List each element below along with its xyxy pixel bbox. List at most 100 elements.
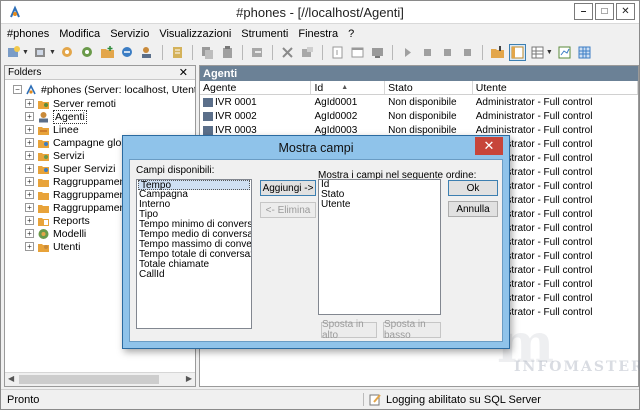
- tree-item-modelli[interactable]: + Modelli: [25, 227, 86, 240]
- horizontal-scrollbar[interactable]: ◀ ▶: [5, 372, 195, 386]
- add-field-button[interactable]: Aggiungi ->: [260, 180, 316, 196]
- service-icon[interactable]: [119, 44, 136, 61]
- phones-root-icon: [26, 83, 36, 94]
- expand-icon[interactable]: +: [25, 99, 34, 108]
- table-cell: Non disponibile: [385, 109, 473, 123]
- menu-help[interactable]: ?: [348, 28, 354, 40]
- column-header-agente[interactable]: Agente: [200, 81, 312, 94]
- expand-icon[interactable]: +: [25, 164, 34, 173]
- move-up-button[interactable]: Sposta in alto: [321, 319, 377, 341]
- tree-item-raggruppamenti-1[interactable]: + Raggruppamenti: [25, 175, 131, 188]
- window-title: #phones - [//localhost/Agenti]: [236, 5, 404, 20]
- document-icon[interactable]: [329, 44, 346, 61]
- column-header-id[interactable]: Id ▲: [311, 81, 386, 94]
- expand-icon[interactable]: +: [25, 177, 34, 186]
- paste-icon[interactable]: [219, 44, 236, 61]
- menu-visualizzazioni[interactable]: Visualizzazioni: [159, 28, 231, 40]
- close-pane-icon[interactable]: ✕: [179, 66, 195, 79]
- chart-view-icon[interactable]: [556, 44, 573, 61]
- folder-icon: [38, 152, 49, 161]
- move-down-button[interactable]: Sposta in basso: [383, 319, 441, 341]
- models-icon: [38, 228, 49, 239]
- tree-item-label: Super Servizi: [53, 162, 116, 175]
- list-item[interactable]: Utente: [319, 200, 440, 210]
- expand-icon[interactable]: +: [25, 229, 34, 238]
- tree-item-reports[interactable]: + Reports: [25, 214, 90, 227]
- expand-icon[interactable]: +: [25, 138, 34, 147]
- expand-icon[interactable]: +: [25, 151, 34, 160]
- list-item[interactable]: CallId: [137, 270, 251, 280]
- menu-phones[interactable]: #phones: [7, 28, 49, 40]
- tree-item-raggruppamenti-2[interactable]: + Raggruppamenti: [25, 188, 131, 201]
- ok-button[interactable]: Ok: [448, 180, 498, 196]
- toolbar-separator: [241, 44, 243, 60]
- details-view-icon[interactable]: [529, 44, 546, 61]
- table-cell: Administrator - Full control: [473, 109, 638, 123]
- column-header-utente[interactable]: Utente: [473, 81, 638, 94]
- new-item-icon[interactable]: [5, 44, 22, 61]
- play-icon[interactable]: [399, 44, 416, 61]
- table-row[interactable]: IVR 0001 AgId0001 Non disponibile Administr…: [200, 95, 638, 109]
- tree-item-campagne[interactable]: + Campagne globali: [25, 136, 138, 149]
- gear-icon[interactable]: [79, 44, 96, 61]
- grid-view-icon[interactable]: [576, 44, 593, 61]
- close-window-button[interactable]: ✕: [616, 3, 635, 20]
- scrollbar-thumb[interactable]: [19, 375, 159, 384]
- tree-root[interactable]: − #phones (Server: localhost, Utente: Ad…: [13, 83, 195, 96]
- expand-icon[interactable]: +: [25, 216, 34, 225]
- column-header-stato[interactable]: Stato: [385, 81, 473, 94]
- dialog-title: Mostra campi: [278, 141, 354, 155]
- title-bar: #phones - [//localhost/Agenti] – □ ✕: [1, 1, 639, 24]
- maximize-button[interactable]: □: [595, 3, 614, 20]
- open-item-icon[interactable]: [32, 44, 49, 61]
- menu-modifica[interactable]: Modifica: [59, 28, 100, 40]
- record-icon[interactable]: [439, 44, 456, 61]
- toolbar-separator: [481, 44, 483, 60]
- minimize-button[interactable]: –: [574, 3, 593, 20]
- table-row[interactable]: IVR 0002 AgId0002 Non disponibile Administr…: [200, 109, 638, 123]
- tree-item-linee[interactable]: + Linee: [25, 123, 79, 136]
- menu-strumenti[interactable]: Strumenti: [241, 28, 288, 40]
- tree-item-agenti[interactable]: + Agenti: [25, 109, 87, 124]
- refresh-icon[interactable]: [299, 44, 316, 61]
- scroll-right-icon[interactable]: ▶: [186, 374, 192, 383]
- remove-field-button[interactable]: <- Elimina: [260, 202, 316, 218]
- list-view-icon[interactable]: [508, 43, 526, 61]
- collapse-icon[interactable]: −: [13, 85, 22, 94]
- dialog-close-button[interactable]: ✕: [475, 137, 503, 155]
- menu-servizio[interactable]: Servizio: [110, 28, 149, 40]
- chevron-down-icon[interactable]: ▼: [546, 49, 553, 56]
- chevron-down-icon[interactable]: ▼: [22, 49, 29, 56]
- tree-item-server-remoti[interactable]: + Server remoti: [25, 97, 116, 110]
- stop-icon[interactable]: [419, 44, 436, 61]
- expand-icon[interactable]: +: [25, 112, 34, 121]
- agents-tool-icon[interactable]: [139, 44, 156, 61]
- available-fields-list[interactable]: Tempo Campagna Interno Tipo Tempo minimo di …: [136, 179, 252, 329]
- expand-icon[interactable]: +: [25, 125, 34, 134]
- tree-item-super-servizi[interactable]: + Super Servizi: [25, 162, 115, 175]
- scroll-left-icon[interactable]: ◀: [8, 374, 14, 383]
- properties-icon[interactable]: [59, 44, 76, 61]
- folder-tool-icon[interactable]: [489, 44, 506, 61]
- expand-icon[interactable]: +: [25, 242, 34, 251]
- delete-icon[interactable]: [279, 44, 296, 61]
- ordered-fields-list[interactable]: Id Stato Utente: [318, 179, 441, 315]
- folder-add-icon[interactable]: [99, 44, 116, 61]
- toolbar-separator: [161, 44, 163, 60]
- expand-icon[interactable]: +: [25, 203, 34, 212]
- window-icon[interactable]: [349, 44, 366, 61]
- table-cell-text: AgId0003: [314, 124, 358, 136]
- monitor-icon[interactable]: [369, 44, 386, 61]
- expand-icon[interactable]: +: [25, 190, 34, 199]
- chevron-down-icon[interactable]: ▼: [49, 49, 56, 56]
- tree-item-servizi[interactable]: + Servizi: [25, 149, 85, 162]
- tree-item-utenti[interactable]: + Utenti: [25, 240, 80, 253]
- cancel-button[interactable]: Annulla: [448, 201, 498, 217]
- table-cell-text: Administrator - Full control: [475, 96, 593, 108]
- export-icon[interactable]: [249, 44, 266, 61]
- tree-item-raggruppamento[interactable]: + Raggruppamento: [25, 201, 134, 214]
- menu-finestra[interactable]: Finestra: [298, 28, 338, 40]
- copy-icon[interactable]: [199, 44, 216, 61]
- new-agent-icon[interactable]: [169, 44, 186, 61]
- pause-icon[interactable]: [459, 44, 476, 61]
